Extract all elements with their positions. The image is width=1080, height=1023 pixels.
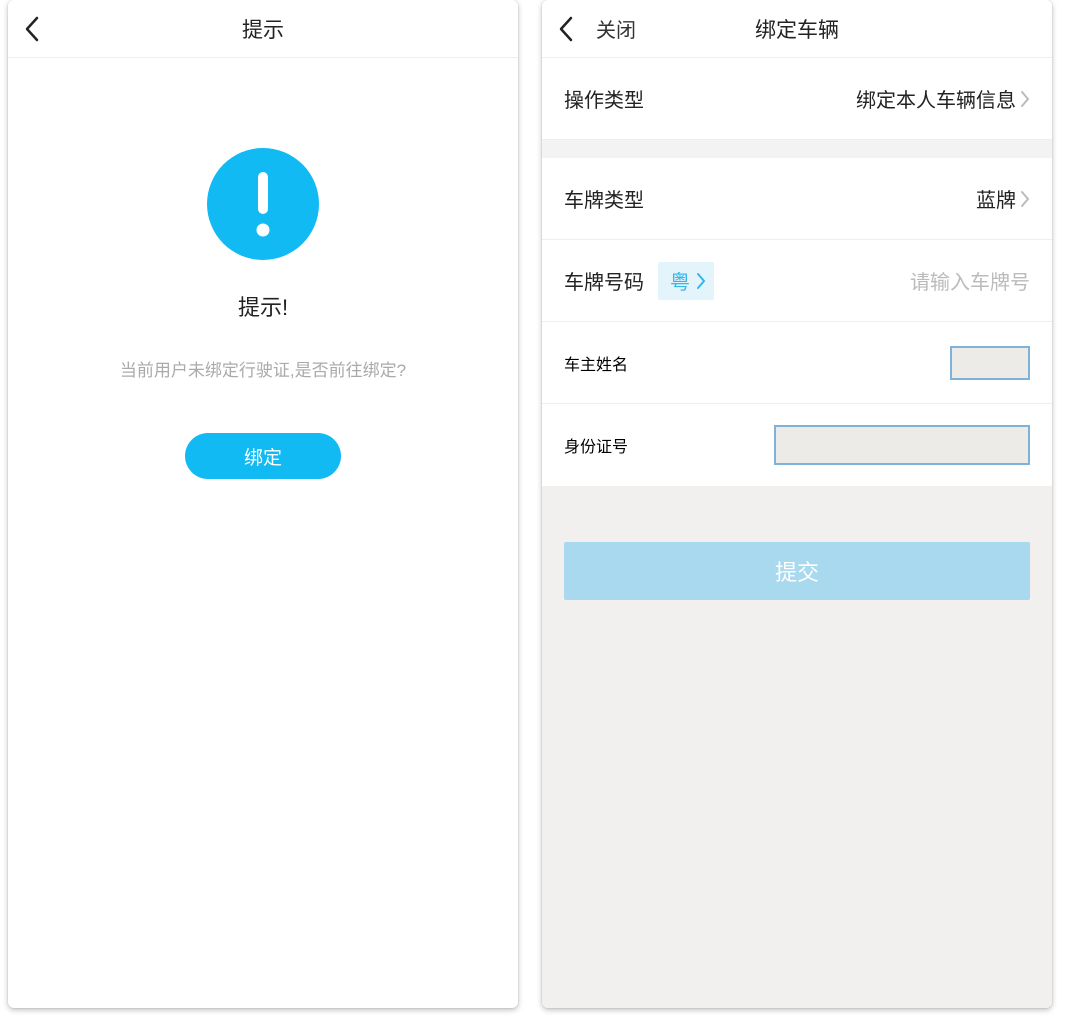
exclamation-icon (207, 148, 319, 260)
navbar: 关闭 绑定车辆 (542, 0, 1052, 58)
row-plate-number: 车牌号码 粤 请输入车牌号 (542, 240, 1052, 322)
prompt-subtitle: 当前用户未绑定行驶证,是否前往绑定? (120, 356, 406, 381)
row-operation-type[interactable]: 操作类型 绑定本人车辆信息 (542, 58, 1052, 140)
prompt-area: 提示! 当前用户未绑定行驶证,是否前往绑定? 绑定 (8, 58, 518, 1008)
back-icon[interactable] (22, 19, 42, 39)
screen-prompt: 提示 提示! 当前用户未绑定行驶证,是否前往绑定? 绑定 (8, 0, 518, 1008)
row-label: 车牌类型 (564, 184, 644, 213)
row-value: 绑定本人车辆信息 (856, 84, 1016, 113)
navbar: 提示 (8, 0, 518, 58)
row-value: 蓝牌 (976, 184, 1016, 213)
page-title: 提示 (8, 14, 518, 44)
back-icon[interactable] (556, 19, 576, 39)
plate-number-input[interactable]: 请输入车牌号 (910, 266, 1030, 295)
chevron-right-icon (1020, 90, 1030, 108)
row-id-number: 身份证号 (542, 404, 1052, 486)
close-button[interactable]: 关闭 (596, 14, 636, 43)
row-label: 车牌号码 (564, 266, 644, 295)
form-footer: 提交 (542, 486, 1052, 1008)
row-label: 操作类型 (564, 84, 644, 113)
prompt-title: 提示! (238, 290, 288, 322)
row-label: 车主姓名 (564, 351, 628, 375)
section-divider (542, 140, 1052, 158)
chevron-right-icon (1020, 190, 1030, 208)
bind-button[interactable]: 绑定 (185, 433, 341, 479)
form-list: 操作类型 绑定本人车辆信息 车牌类型 蓝牌 (542, 58, 1052, 486)
chevron-right-icon (696, 272, 706, 290)
id-number-input[interactable] (774, 425, 1030, 465)
province-selector[interactable]: 粤 (658, 262, 714, 300)
submit-button[interactable]: 提交 (564, 542, 1030, 600)
screen-bind-vehicle: 关闭 绑定车辆 操作类型 绑定本人车辆信息 车牌类型 蓝牌 (542, 0, 1052, 1008)
row-owner-name: 车主姓名 (542, 322, 1052, 404)
row-plate-type[interactable]: 车牌类型 蓝牌 (542, 158, 1052, 240)
owner-name-input[interactable] (950, 346, 1030, 380)
province-value: 粤 (670, 266, 690, 295)
row-label: 身份证号 (564, 433, 628, 457)
